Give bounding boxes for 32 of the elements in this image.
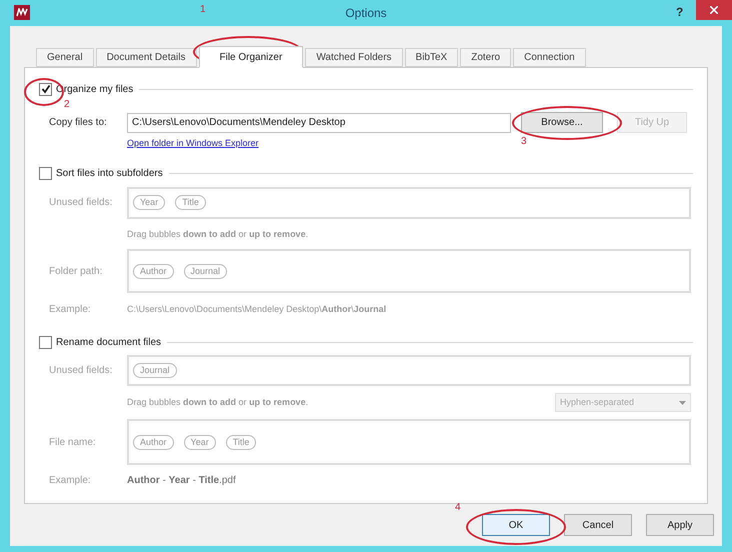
checkbox-label: Rename document files: [56, 336, 162, 350]
tab[interactable]: Document Details: [96, 48, 196, 67]
field-label: Unused fields:: [49, 196, 114, 210]
example-path: C:\Users\Lenovo\Documents\Mendeley Desktop\Author\Journal: [127, 302, 386, 316]
path-field[interactable]: C:\Users\Lenovo\Documents\Mendeley Desktop: [127, 112, 511, 132]
tab[interactable]: Watched Folders: [305, 48, 403, 67]
annotation-number: 2: [64, 98, 70, 112]
field-label: Copy files to:: [49, 116, 108, 130]
annotation-number: 3: [521, 135, 527, 149]
tab[interactable]: Connection: [513, 48, 586, 67]
help-button[interactable]: ?: [676, 3, 684, 21]
browse-button[interactable]: Browse...: [521, 112, 603, 133]
drag-hint: Drag bubbles down to add or up to remove.: [127, 228, 308, 241]
field-label: File name:: [49, 436, 97, 450]
field-label: Example:: [49, 303, 92, 317]
dialog-button[interactable]: OK: [482, 514, 550, 536]
field-label: Folder path:: [49, 264, 104, 278]
drag-hint: Drag bubbles down to add or up to remove.: [127, 396, 308, 409]
example-file-name: Author - Year - Title.pdf: [127, 474, 236, 488]
tab[interactable]: Zotero: [460, 48, 512, 67]
checkbox-label: Sort files into subfolders: [56, 167, 163, 181]
dialog-button[interactable]: Cancel: [564, 514, 632, 536]
dialog-button[interactable]: Apply: [646, 514, 714, 536]
annotation-number: 1: [200, 3, 206, 17]
field-label: Example:: [49, 474, 92, 488]
field-label: Unused fields:: [49, 364, 114, 378]
tab[interactable]: File Organizer: [198, 46, 304, 68]
annotation-number: 4: [455, 501, 461, 515]
tab[interactable]: BibTeX: [404, 48, 458, 67]
explorer-link[interactable]: Open folder in Windows Explorer: [127, 137, 259, 150]
tab[interactable]: General: [36, 48, 94, 67]
window-title: Options: [345, 5, 387, 22]
